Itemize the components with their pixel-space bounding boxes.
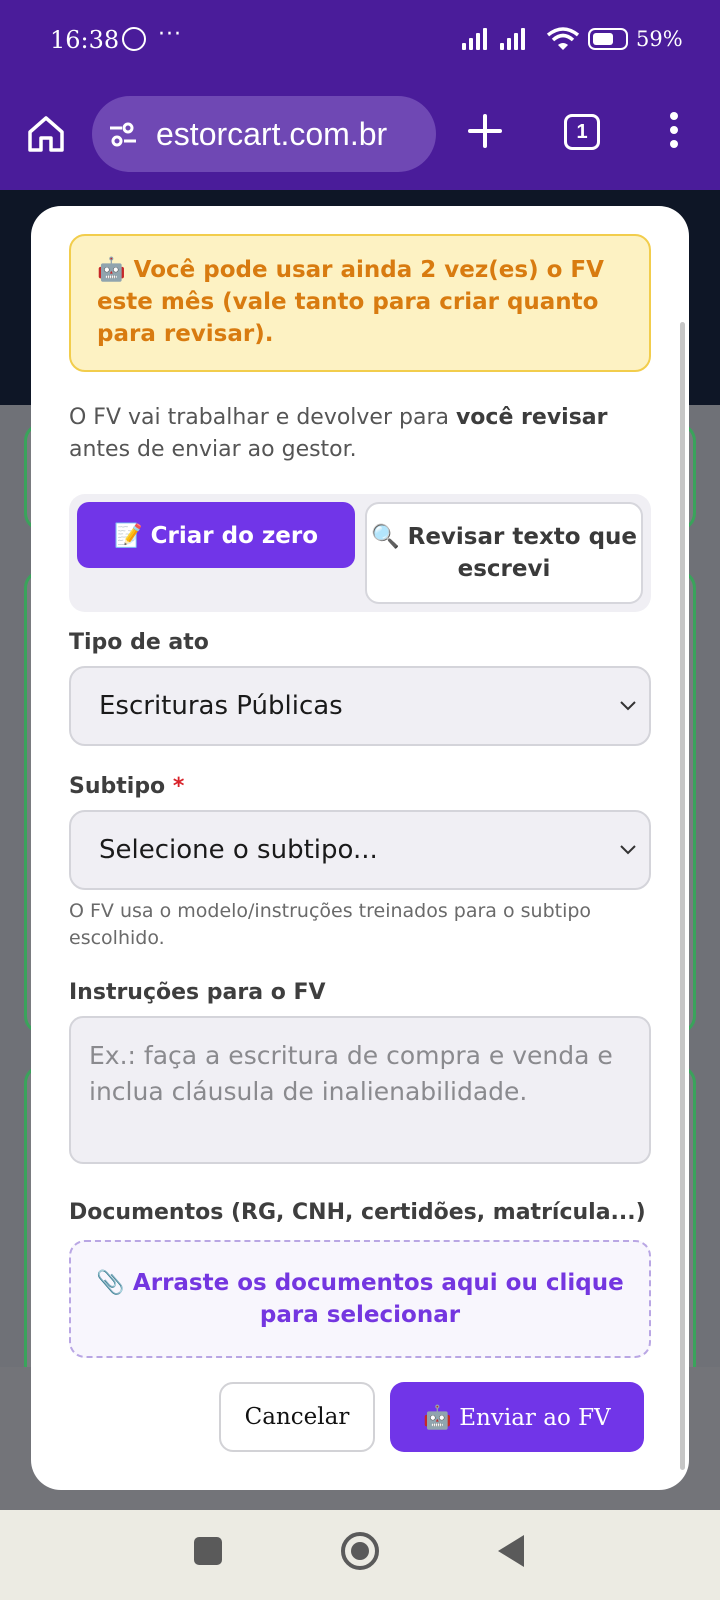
required-asterisk: * — [172, 774, 185, 799]
back-arrow-icon[interactable] — [498, 1535, 524, 1567]
review-my-text-button[interactable]: 🔍 Revisar texto que escrevi — [365, 502, 643, 604]
more-notifications-icon: ··· — [158, 22, 182, 47]
subtipo-help-text: O FV usa o modelo/instruções treinados p… — [69, 900, 592, 949]
whatsapp-notification-icon — [122, 27, 146, 51]
tipo-de-ato-value: Escrituras Públicas — [99, 691, 343, 721]
tipo-de-ato-select[interactable]: Escrituras Públicas — [69, 666, 651, 746]
signal-icon — [462, 28, 487, 50]
new-tab-plus-icon[interactable] — [468, 114, 502, 148]
mode-selector: 📝 Criar do zero 🔍 Revisar texto que escr… — [69, 494, 651, 612]
address-bar[interactable]: estorcart.com.br — [92, 96, 436, 172]
cancel-button[interactable]: Cancelar — [219, 1382, 375, 1452]
site-settings-icon[interactable] — [108, 120, 138, 148]
quota-text: Você pode usar ainda 2 vez(es) o FV este… — [97, 257, 604, 347]
home-circle-icon[interactable] — [341, 1532, 379, 1570]
modal-scrollbar[interactable] — [680, 322, 685, 1470]
battery-icon — [588, 28, 628, 50]
wifi-icon — [546, 27, 580, 50]
send-to-fv-button[interactable]: 🤖 Enviar ao FV — [390, 1382, 644, 1452]
browser-menu-icon[interactable] — [666, 112, 682, 154]
home-icon[interactable] — [26, 114, 66, 154]
chevron-down-icon — [620, 701, 636, 711]
url-text: estorcart.com.br — [156, 116, 388, 152]
browser-toolbar: estorcart.com.br 1 — [0, 82, 720, 190]
robot-icon: 🤖 — [97, 257, 126, 283]
usage-quota-notice: 🤖 Você pode usar ainda 2 vez(es) o FV es… — [69, 234, 651, 372]
subtipo-label: Subtipo * — [69, 774, 185, 799]
signal-icon-2 — [500, 28, 525, 50]
status-bar: 16:38 ··· 59% — [0, 0, 720, 82]
battery-percent: 59% — [636, 27, 683, 51]
subtipo-select[interactable]: Selecione o subtipo... — [69, 810, 651, 890]
fv-modal: 🤖 Você pode usar ainda 2 vez(es) o FV es… — [31, 206, 689, 1490]
documentos-label: Documentos (RG, CNH, certidões, matrícul… — [69, 1200, 646, 1225]
tipo-de-ato-label: Tipo de ato — [69, 630, 209, 655]
recent-apps-icon[interactable] — [194, 1537, 222, 1565]
instrucoes-label: Instruções para o FV — [69, 980, 326, 1005]
create-from-scratch-button[interactable]: 📝 Criar do zero — [77, 502, 355, 568]
subtipo-placeholder: Selecione o subtipo... — [99, 835, 378, 865]
documents-dropzone[interactable]: 📎 Arraste os documentos aqui ou clique p… — [69, 1240, 651, 1358]
status-time: 16:38 — [50, 26, 120, 54]
instrucoes-textarea[interactable]: Ex.: faça a escritura de compra e venda … — [69, 1016, 651, 1164]
system-navigation-bar — [0, 1510, 720, 1600]
tab-switcher-button[interactable]: 1 — [564, 114, 600, 150]
intro-text: O FV vai trabalhar e devolver para você … — [69, 405, 608, 462]
chevron-down-icon — [620, 845, 636, 855]
